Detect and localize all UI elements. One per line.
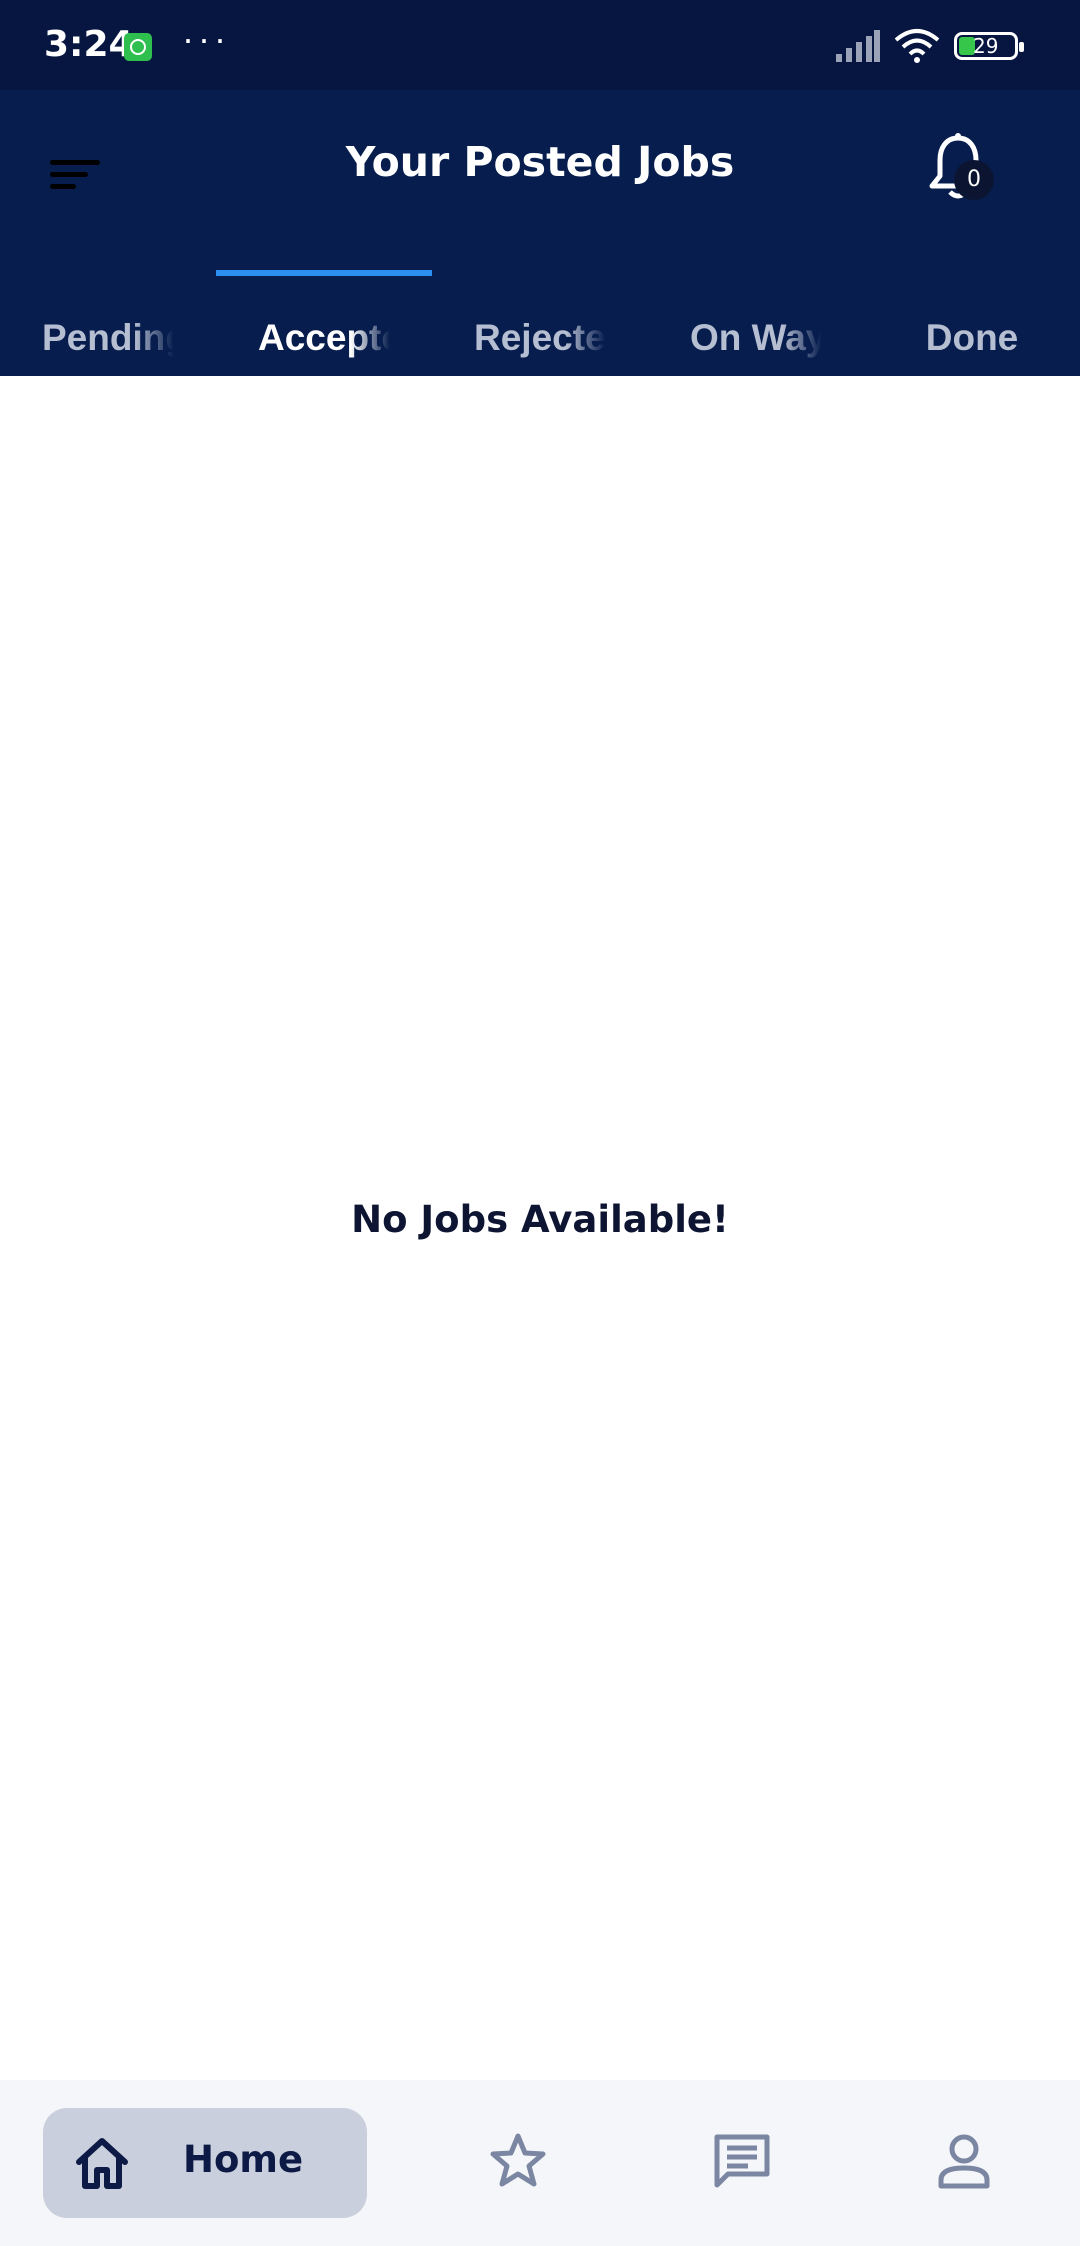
active-tab-indicator	[216, 270, 432, 276]
tab-rejected[interactable]: Rejected	[432, 280, 648, 376]
status-more-dots: ···	[182, 18, 230, 59]
tab-label: Done	[925, 317, 1019, 358]
tab-accepted[interactable]: Accepted	[216, 280, 432, 376]
status-bar: 3:24 ··· 29	[0, 0, 1080, 90]
notifications-button[interactable]: 0	[926, 132, 1006, 212]
tab-label: Pending	[42, 317, 174, 358]
nav-home-label: Home	[183, 2138, 304, 2181]
tab-label: On Way	[690, 317, 822, 358]
bottom-navigation: Home	[0, 2080, 1080, 2246]
star-icon[interactable]	[488, 2132, 548, 2190]
tab-label: Rejected	[474, 317, 606, 358]
notification-badge: 0	[954, 160, 994, 200]
job-status-tabs: Pending Accepted Rejected On Way Done	[0, 280, 1080, 376]
app-header: Your Posted Jobs 0 Pending Accepted Reje…	[0, 90, 1080, 376]
empty-state-message: No Jobs Available!	[351, 1198, 729, 1241]
wifi-icon	[894, 29, 940, 63]
tab-label: Accepted	[258, 317, 390, 358]
chat-icon[interactable]	[712, 2132, 772, 2190]
battery-icon: 29	[954, 32, 1024, 60]
tab-done[interactable]: Done	[864, 280, 1080, 376]
profile-icon[interactable]	[934, 2132, 994, 2190]
tab-on-way[interactable]: On Way	[648, 280, 864, 376]
status-time: 3:24	[44, 24, 134, 65]
tab-pending[interactable]: Pending	[0, 280, 216, 376]
nav-home-button[interactable]: Home	[43, 2108, 367, 2218]
home-icon	[76, 2138, 128, 2189]
whatsapp-icon	[124, 33, 152, 61]
signal-icon	[836, 30, 880, 62]
page-title: Your Posted Jobs	[345, 138, 735, 186]
battery-level: 29	[973, 34, 999, 58]
